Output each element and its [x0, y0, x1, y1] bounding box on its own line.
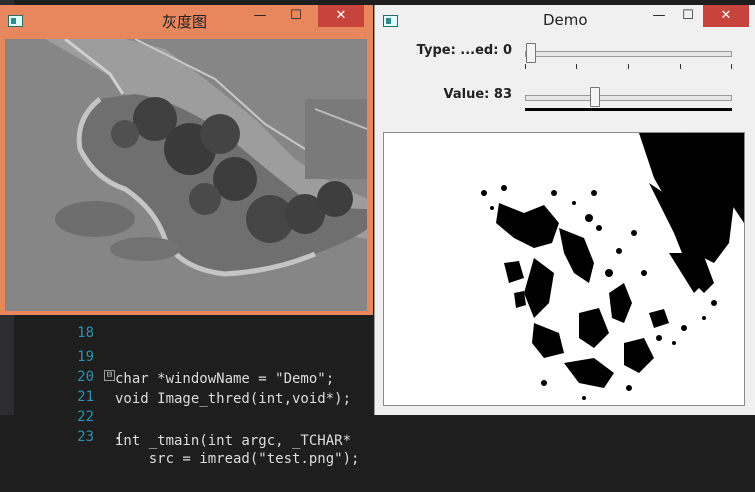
trackbar-thumb[interactable] [590, 87, 600, 107]
fold-icon[interactable]: ⊟ [104, 370, 115, 381]
code-text: { [115, 431, 124, 447]
trackbar-value[interactable]: Value: 83 [375, 85, 755, 125]
code-line-19[interactable]: 19 char *windowName = "Demo"; [0, 324, 400, 387]
maximize-icon[interactable]: ☐ [674, 5, 702, 27]
trackbar-tick-bar [525, 108, 732, 111]
trackbar-thumb[interactable] [526, 43, 536, 63]
close-icon[interactable]: ✕ [703, 5, 749, 27]
trackbar-type[interactable]: Type: ...ed: 0 [375, 41, 755, 81]
trackbar-tick [680, 64, 681, 69]
line-number: 23 [77, 429, 94, 445]
title-bar[interactable]: 灰度图 — ☐ ✕ [0, 5, 373, 35]
window-app-icon [383, 15, 398, 27]
close-icon[interactable]: ✕ [318, 5, 364, 27]
grayscale-image [5, 39, 367, 311]
window-app-icon [8, 15, 23, 27]
code-line-20[interactable]: 20 void Image_thred(int,void*); [0, 344, 400, 407]
trackbar-tick [731, 64, 732, 69]
trackbar-tick [628, 64, 629, 69]
maximize-icon[interactable]: ☐ [282, 5, 310, 27]
code-text: src = imread("test.png"); [115, 451, 360, 467]
window-title: 灰度图 [162, 13, 208, 31]
grayscale-window[interactable]: 灰度图 — ☐ ✕ [0, 5, 373, 315]
threshold-image [383, 132, 745, 406]
trackbar-label: Value: 83 [443, 87, 512, 102]
code-line-21[interactable]: 21 ⊟ int _tmain(int argc, _TCHAR* [0, 364, 400, 449]
trackbar-tick [576, 64, 577, 69]
code-line-23[interactable]: 23 src = imread("test.png"); [0, 404, 400, 467]
trackbar-tick [525, 64, 526, 69]
trackbar-track[interactable] [525, 43, 732, 63]
window-title: Demo [543, 11, 588, 29]
trackbar-label: Type: ...ed: 0 [416, 43, 512, 58]
minimize-icon[interactable]: — [645, 5, 673, 27]
trackbar-track[interactable] [525, 87, 732, 107]
title-bar[interactable]: Demo — ☐ ✕ [375, 5, 755, 35]
demo-window[interactable]: Demo — ☐ ✕ Type: ...ed: 0 Value: 83 [374, 5, 755, 415]
minimize-icon[interactable]: — [246, 5, 274, 27]
code-line-22[interactable]: 22 { [0, 384, 400, 447]
